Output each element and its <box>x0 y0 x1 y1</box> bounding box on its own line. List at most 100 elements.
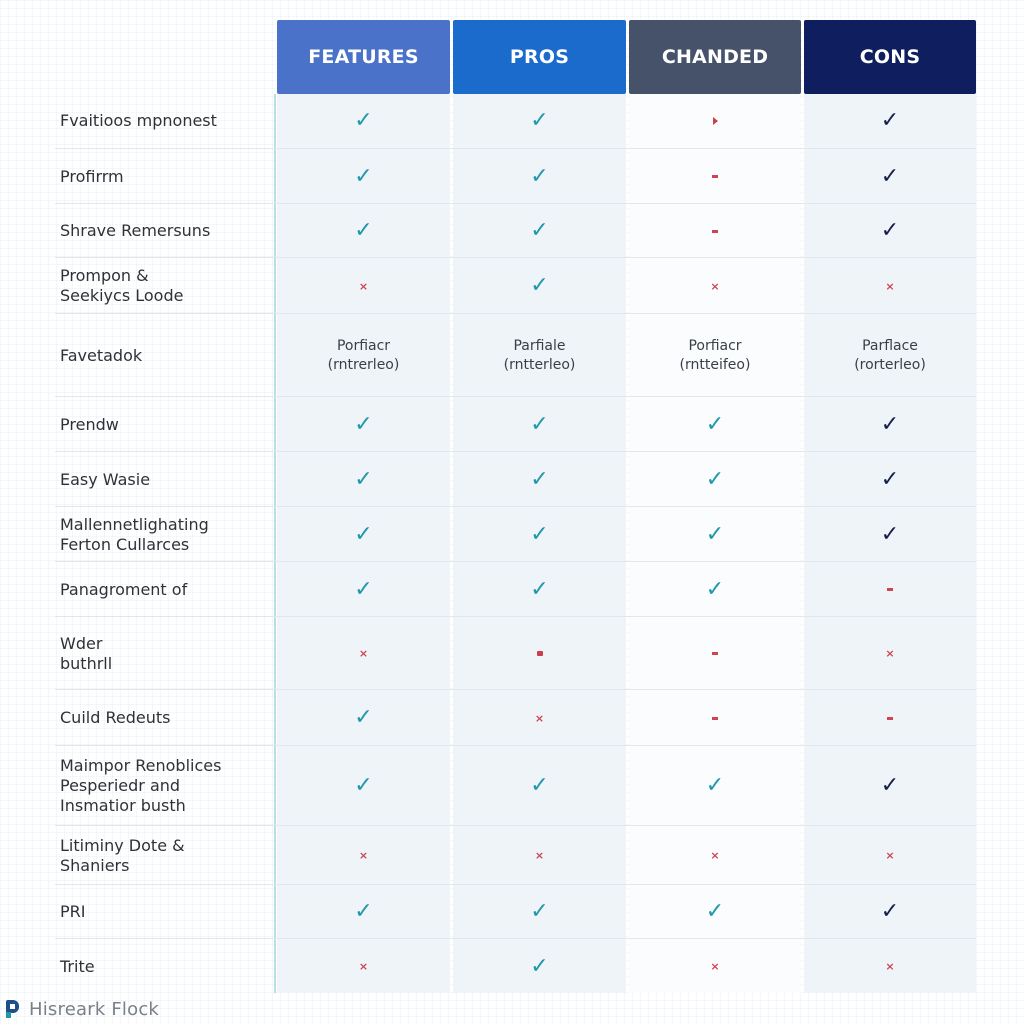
table-row: Litiminy Dote & Shaniers × × × × <box>55 825 976 885</box>
header-chanded: CHANDED <box>629 20 801 94</box>
dash-icon <box>887 588 893 591</box>
cell-pros: ✓ <box>453 397 626 452</box>
cell-pros: × <box>453 690 626 746</box>
flag-icon <box>536 651 543 656</box>
cross-icon: × <box>358 279 369 293</box>
cross-icon: × <box>710 849 720 862</box>
check-icon: ✓ <box>530 108 549 133</box>
cell-chanded: ✓ <box>629 562 801 617</box>
check-icon: ✓ <box>530 953 549 979</box>
check-icon: ✓ <box>530 576 549 602</box>
cell-cons: ✓ <box>804 397 976 452</box>
cell-features: ✓ <box>277 204 450 258</box>
table-row: Maimpor Renoblices Pesperiedr and Insmat… <box>55 745 976 826</box>
cell-cons: × <box>804 826 976 885</box>
table-row: Prompon & Seekiycs Loode × ✓ × × <box>55 257 976 314</box>
row-label: Easy Wasie <box>60 469 151 489</box>
row-label: Shrave Remersuns <box>60 221 211 240</box>
cell-features: ✓ <box>277 885 450 939</box>
table-row: Prendw ✓ ✓ ✓ ✓ <box>55 396 976 452</box>
cell-features: ✓ <box>277 690 450 746</box>
brand-logo-icon <box>6 1000 23 1018</box>
cross-icon: × <box>710 960 720 973</box>
cross-icon: × <box>885 647 895 660</box>
cell-cons: ✓ <box>804 94 976 148</box>
table-row: Wder buthrll × × <box>55 616 976 690</box>
row-label: Prendw <box>60 414 119 434</box>
cell-cons: Parflace (rorterleo) <box>804 314 976 397</box>
cell-features: ✓ <box>277 397 450 452</box>
cell-features: ✓ <box>277 94 450 148</box>
row-label: Panagroment of <box>60 579 188 599</box>
cell-pros: ✓ <box>453 258 626 314</box>
cell-chanded: × <box>629 258 801 314</box>
cell-cons <box>804 690 976 746</box>
row-label: Maimpor Renoblices Pesperiedr and Insmat… <box>60 756 222 815</box>
footer-brand: Hisreark Flock <box>6 996 159 1022</box>
row-label: PRI <box>60 902 86 921</box>
cell-features: ✓ <box>277 562 450 617</box>
check-icon: ✓ <box>880 218 900 243</box>
cell-chanded <box>629 204 801 258</box>
check-icon: ✓ <box>705 466 725 492</box>
check-icon: ✓ <box>880 411 900 437</box>
dash-icon <box>712 716 718 720</box>
cell-pros: ✓ <box>453 746 626 826</box>
cell-chanded: Porfiacr (rntteifeo) <box>629 314 801 397</box>
cell-cons: ✓ <box>804 746 976 826</box>
cell-features: × <box>277 617 450 690</box>
cell-cons: × <box>804 939 976 994</box>
header-cons: CONS <box>804 20 976 94</box>
cross-icon: × <box>534 849 545 862</box>
cell-features: ✓ <box>277 746 450 826</box>
check-icon: ✓ <box>354 108 373 133</box>
check-icon: ✓ <box>530 521 549 547</box>
cell-text: Parflace (rorterleo) <box>854 337 926 373</box>
cell-chanded <box>629 94 801 148</box>
cell-cons: ✓ <box>804 885 976 939</box>
cell-chanded: ✓ <box>629 397 801 452</box>
row-label: Fvaitioos mpnonest <box>60 111 217 130</box>
check-icon: ✓ <box>354 521 373 547</box>
dash-icon <box>887 716 893 720</box>
check-icon: ✓ <box>354 218 373 243</box>
cell-pros: ✓ <box>453 149 626 204</box>
table-row: Panagroment of ✓ ✓ ✓ <box>55 561 976 617</box>
table-row: Easy Wasie ✓ ✓ ✓ ✓ <box>55 451 976 507</box>
dash-icon <box>712 652 718 655</box>
footer-brand-text: Hisreark Flock <box>29 998 160 1020</box>
cell-features: Porfiacr (rntrerleo) <box>277 314 450 397</box>
cell-cons: × <box>804 617 976 690</box>
cell-cons: ✓ <box>804 204 976 258</box>
check-icon: ✓ <box>530 218 549 243</box>
cell-features: × <box>277 826 450 885</box>
cell-chanded: ✓ <box>629 452 801 507</box>
triangle-icon <box>712 117 718 125</box>
check-icon: ✓ <box>530 899 549 924</box>
check-icon: ✓ <box>880 466 900 492</box>
cell-pros: ✓ <box>453 885 626 939</box>
cross-icon: × <box>358 960 369 973</box>
table-row: Fvaitioos mpnonest ✓ ✓ ✓ <box>55 94 976 148</box>
cross-icon: × <box>885 960 895 973</box>
cell-cons <box>804 562 976 617</box>
check-icon: ✓ <box>530 411 549 437</box>
cell-cons: × <box>804 258 976 314</box>
check-icon: ✓ <box>880 521 900 547</box>
cell-pros: ✓ <box>453 507 626 562</box>
dash-icon <box>712 175 718 178</box>
cell-features: ✓ <box>277 149 450 204</box>
check-icon: ✓ <box>530 466 549 492</box>
cross-icon: × <box>358 647 369 660</box>
cell-cons: ✓ <box>804 507 976 562</box>
cell-pros: ✓ <box>453 939 626 994</box>
table-row: PRI ✓ ✓ ✓ ✓ <box>55 884 976 939</box>
header-pros: PROS <box>453 20 626 94</box>
cross-icon: × <box>710 279 720 293</box>
cell-pros: ✓ <box>453 94 626 148</box>
check-icon: ✓ <box>530 273 549 298</box>
table-row: Profirrm ✓ ✓ ✓ <box>55 148 976 204</box>
check-icon: ✓ <box>705 773 725 798</box>
check-icon: ✓ <box>705 899 725 924</box>
row-label: Mallennetlighating Ferton Cullarces <box>60 514 209 554</box>
